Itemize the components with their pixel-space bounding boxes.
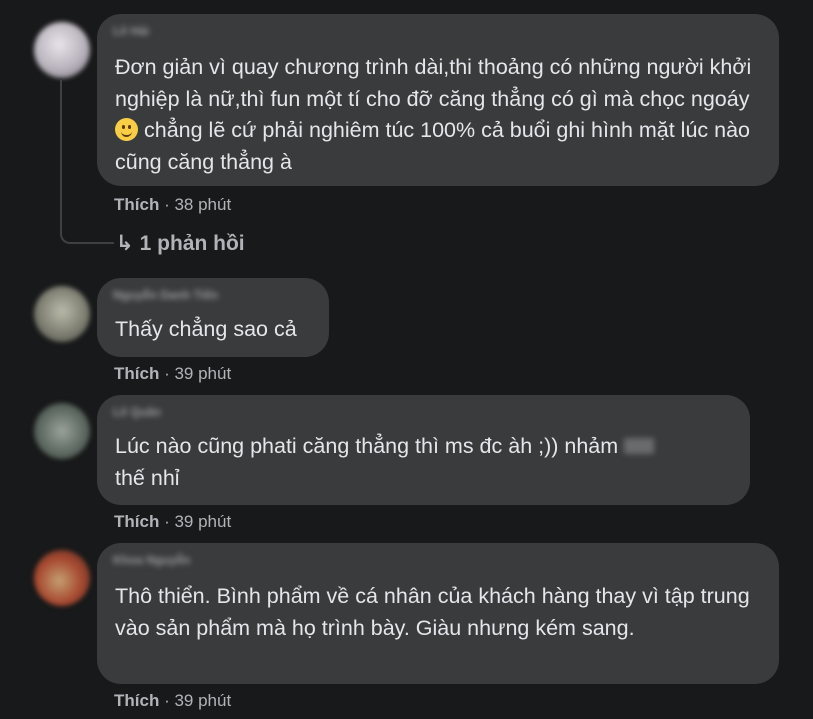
slightly-smiling-face-icon <box>115 118 138 141</box>
comment-text: Thấy chẳng sao cả <box>115 317 297 341</box>
like-button[interactable]: Thích <box>114 691 159 710</box>
avatar[interactable] <box>34 403 90 459</box>
comment-time[interactable]: · 39 phút <box>164 364 231 383</box>
like-button[interactable]: Thích <box>114 364 159 383</box>
comment-time[interactable]: · 38 phút <box>164 195 231 214</box>
comment-text: Thô thiển. Bình phẩm về cá nhân của khác… <box>115 584 750 640</box>
comment-text-part-2: chẳng lẽ cứ phải nghiêm túc 100% cả buổi… <box>115 118 751 174</box>
like-button[interactable]: Thích <box>114 512 159 531</box>
comment-bubble: Khoa Nguyễn Thô thiển. Bình phẩm về cá n… <box>97 543 779 684</box>
like-button[interactable]: Thích <box>114 195 159 214</box>
view-replies-link[interactable]: ↳ 1 phản hồi <box>116 231 245 256</box>
avatar[interactable] <box>34 286 90 342</box>
comment-text-part-2: thế nhỉ <box>115 465 180 490</box>
commenter-name[interactable]: Lê Hải <box>113 24 149 38</box>
comment-bubble: Nguyễn Danh Tiến Thấy chẳng sao cả <box>97 278 329 357</box>
comment-meta: Thích · 39 phút <box>114 364 231 384</box>
commenter-name[interactable]: Khoa Nguyễn <box>113 553 190 567</box>
avatar[interactable] <box>34 22 90 78</box>
thread-connector <box>60 78 114 244</box>
comment-time[interactable]: · 39 phút <box>164 691 231 710</box>
comment-time[interactable]: · 39 phút <box>164 512 231 531</box>
comment-text: Đơn giản vì quay chương trình dài,thi th… <box>115 52 765 178</box>
reply-arrow-icon: ↳ <box>116 232 134 255</box>
comment-meta: Thích · 39 phút <box>114 691 231 711</box>
comment-text: Lúc nào cũng phati căng thẳng thì ms đc … <box>115 431 736 494</box>
commenter-name[interactable]: Lê Quân <box>113 405 161 419</box>
reply-count-label: 1 phản hồi <box>139 232 245 255</box>
comment-bubble: Lê Quân Lúc nào cũng phati căng thẳng th… <box>97 395 750 505</box>
comment-text-part-1: Đơn giản vì quay chương trình dài,thi th… <box>115 55 752 111</box>
comment-meta: Thích · 38 phút <box>114 195 231 215</box>
comment-text-part-1: Lúc nào cũng phati căng thẳng thì ms đc … <box>115 434 619 458</box>
comment-bubble: Lê Hải Đơn giản vì quay chương trình dài… <box>97 14 779 186</box>
comment-meta: Thích · 39 phút <box>114 512 231 532</box>
commenter-name[interactable]: Nguyễn Danh Tiến <box>113 288 218 302</box>
avatar[interactable] <box>34 550 90 606</box>
blurred-word <box>624 438 655 454</box>
